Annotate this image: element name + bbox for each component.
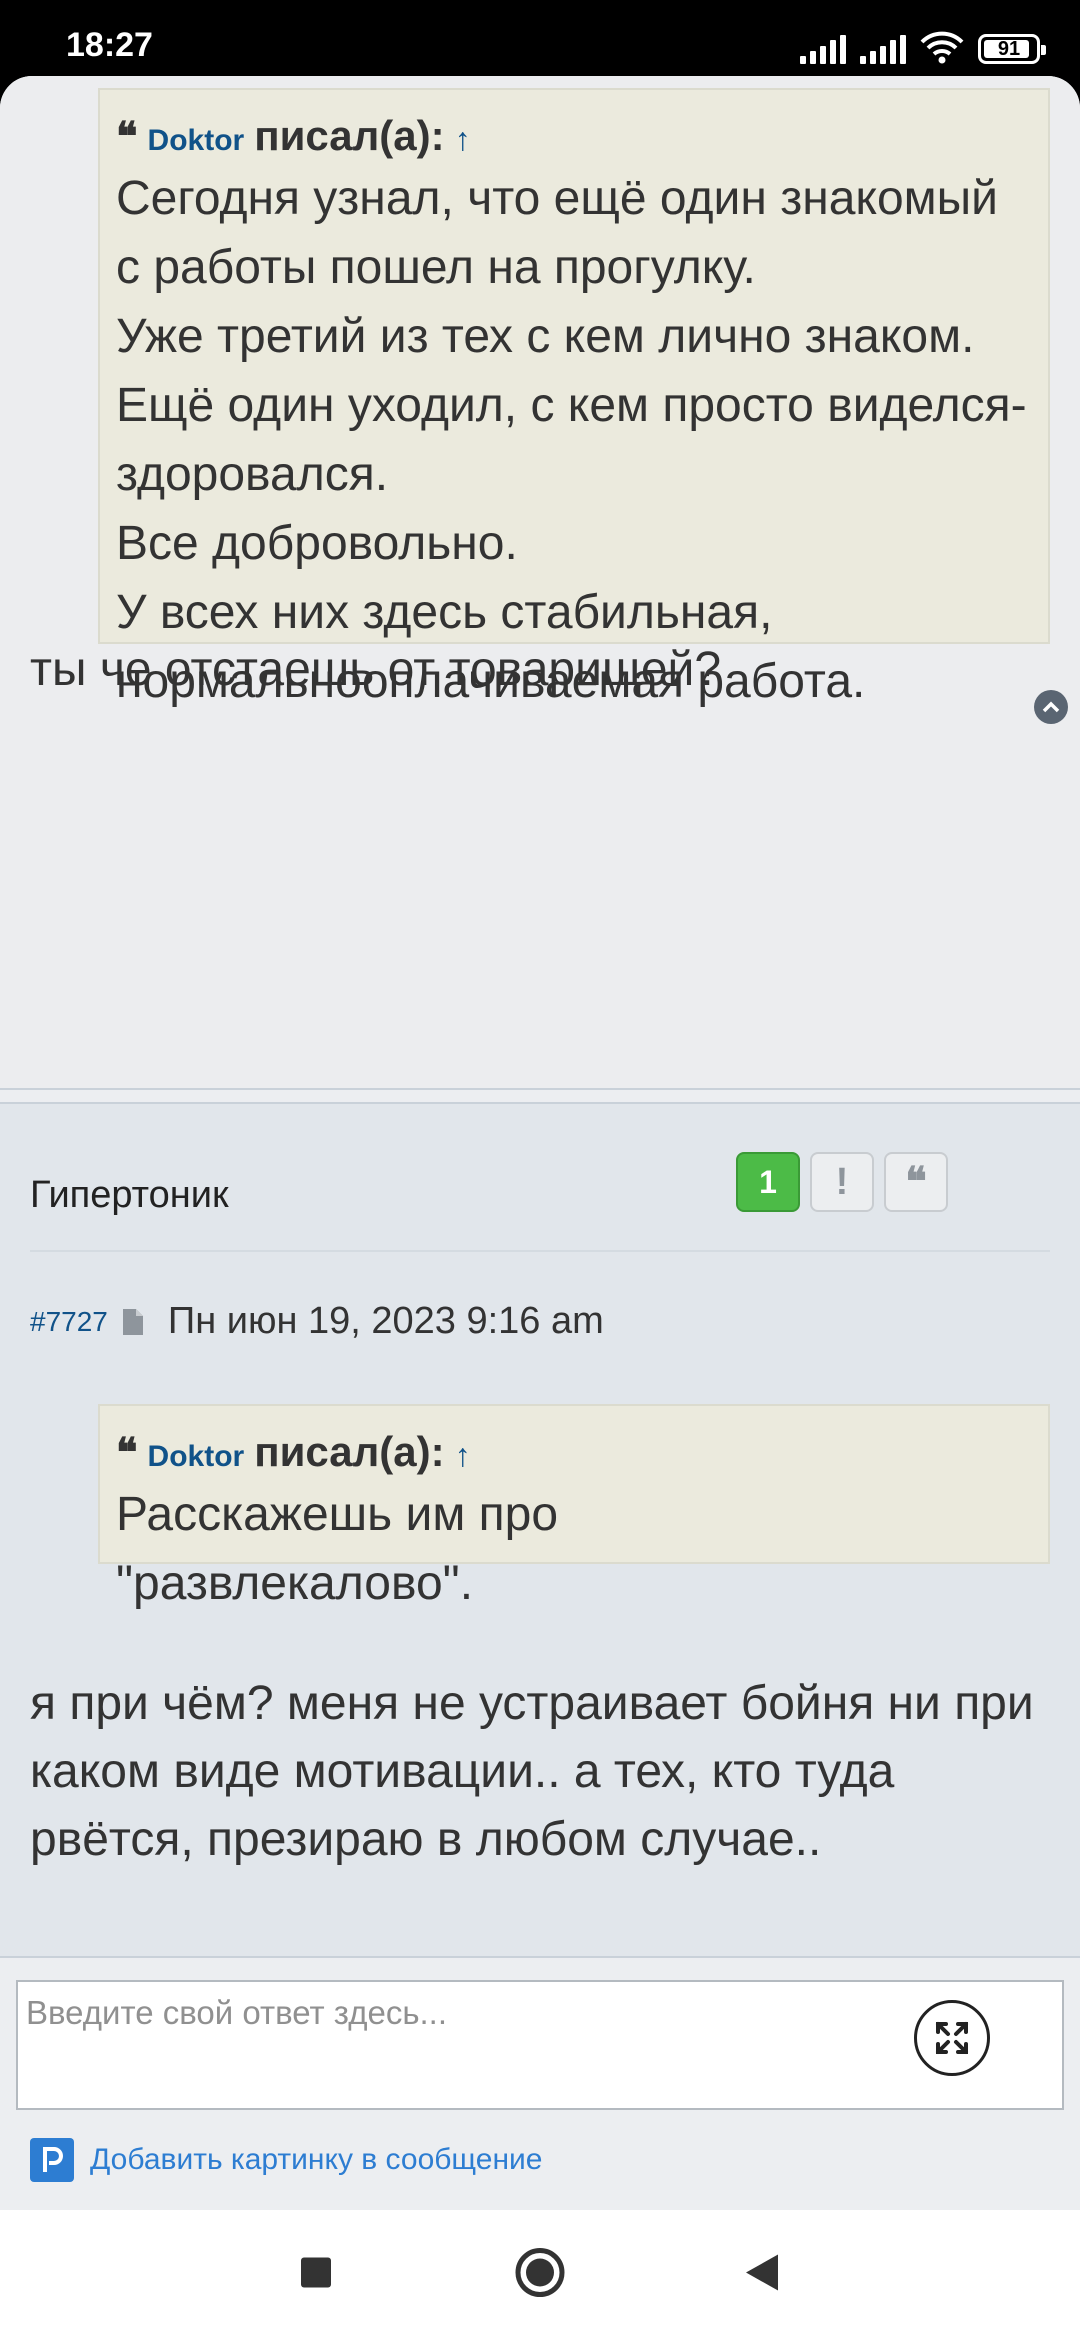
- signal-icon: [860, 34, 906, 64]
- add-image-link[interactable]: Добавить картинку в сообщение: [30, 2138, 542, 2182]
- fullscreen-editor-button[interactable]: [914, 2000, 990, 2076]
- battery-level: 91: [997, 37, 1021, 60]
- add-image-label: Добавить картинку в сообщение: [90, 2143, 543, 2176]
- chevron-up-icon: [1042, 701, 1060, 713]
- home-circle-icon: [515, 2248, 565, 2297]
- post-text: ты че отстаешь от товарищей?: [30, 643, 722, 696]
- home-button[interactable]: [514, 2247, 566, 2304]
- file-icon: [122, 1308, 143, 1335]
- status-icons: 91: [800, 28, 1046, 64]
- reaction-count-button[interactable]: 1: [736, 1152, 800, 1212]
- post: ❝ Doktor писал(а): ↑ Сегодня узнал, что …: [0, 76, 1080, 1090]
- image-host-icon: [30, 2138, 74, 2182]
- quote-author-link[interactable]: Doktor: [148, 1440, 245, 1474]
- quote-button[interactable]: ❝: [884, 1152, 948, 1212]
- quote-icon: ❝: [905, 1158, 927, 1205]
- post-actions: 1 ! ❝: [736, 1152, 948, 1212]
- quote-text: Сегодня узнал, что ещё один знакомый с р…: [116, 164, 1032, 716]
- quote-wrote-label: писал(а):: [254, 1428, 445, 1475]
- post-date: Пн июн 19, 2023 9:16 am: [167, 1300, 604, 1342]
- wifi-icon: [920, 30, 964, 64]
- quote-block: ❝ Doktor писал(а): ↑ Расскажешь им про "…: [98, 1404, 1050, 1610]
- quote-citation: ❝ Doktor писал(а): ↑: [116, 112, 1032, 160]
- post-author[interactable]: Гипертоник: [30, 1174, 229, 1217]
- quote-line: Расскажешь им про "развлекалово".: [116, 1488, 559, 1610]
- jump-to-source-icon[interactable]: ↑: [455, 1437, 471, 1474]
- signal-icon: [800, 34, 846, 64]
- quote-line: Все добровольно.: [116, 517, 518, 570]
- status-bar: 18:27 91: [0, 0, 1080, 80]
- system-nav-bar: [0, 2210, 1080, 2340]
- reply-panel: Введите свой ответ здесь... Добавить кар…: [0, 1956, 1080, 2212]
- status-time: 18:27: [66, 26, 153, 64]
- battery-icon: 91: [978, 34, 1046, 64]
- quote-block: ❝ Doktor писал(а): ↑ Сегодня узнал, что …: [98, 88, 1050, 708]
- divider: [30, 1250, 1050, 1252]
- quote-line: Сегодня узнал, что ещё один знакомый с р…: [116, 172, 998, 294]
- quote-citation: ❝ Doktor писал(а): ↑: [116, 1428, 1032, 1476]
- quote-line: Уже третий из тех с кем лично знаком.: [116, 310, 975, 363]
- quote-text: Расскажешь им про "развлекалово".: [116, 1480, 702, 1618]
- post-number-link[interactable]: #7727: [30, 1306, 108, 1338]
- quote-wrote-label: писал(а):: [254, 112, 445, 159]
- quote-icon: ❝: [116, 113, 138, 160]
- post-meta: #7727 Пн июн 19, 2023 9:16 am: [30, 1300, 604, 1343]
- recents-button[interactable]: [300, 2257, 332, 2294]
- quote-line: Ещё один уходил, с кем просто виделся-зд…: [116, 379, 1027, 501]
- back-button[interactable]: [744, 2253, 780, 2298]
- quote-author-link[interactable]: Doktor: [148, 124, 245, 158]
- back-triangle-icon: [746, 2254, 778, 2291]
- scroll-to-top-button[interactable]: [1034, 690, 1068, 724]
- forum-app: ❝ Doktor писал(а): ↑ Сегодня узнал, что …: [0, 76, 1080, 2210]
- reply-input[interactable]: Введите свой ответ здесь...: [16, 1980, 1064, 2110]
- quote-icon: ❝: [116, 1429, 138, 1476]
- report-button[interactable]: !: [810, 1152, 874, 1212]
- post-text: я при чём? меня не устраивает бойня ни п…: [30, 1677, 1034, 1866]
- square-icon: [301, 2257, 331, 2288]
- jump-to-source-icon[interactable]: ↑: [455, 121, 471, 158]
- expand-icon: [936, 2022, 968, 2054]
